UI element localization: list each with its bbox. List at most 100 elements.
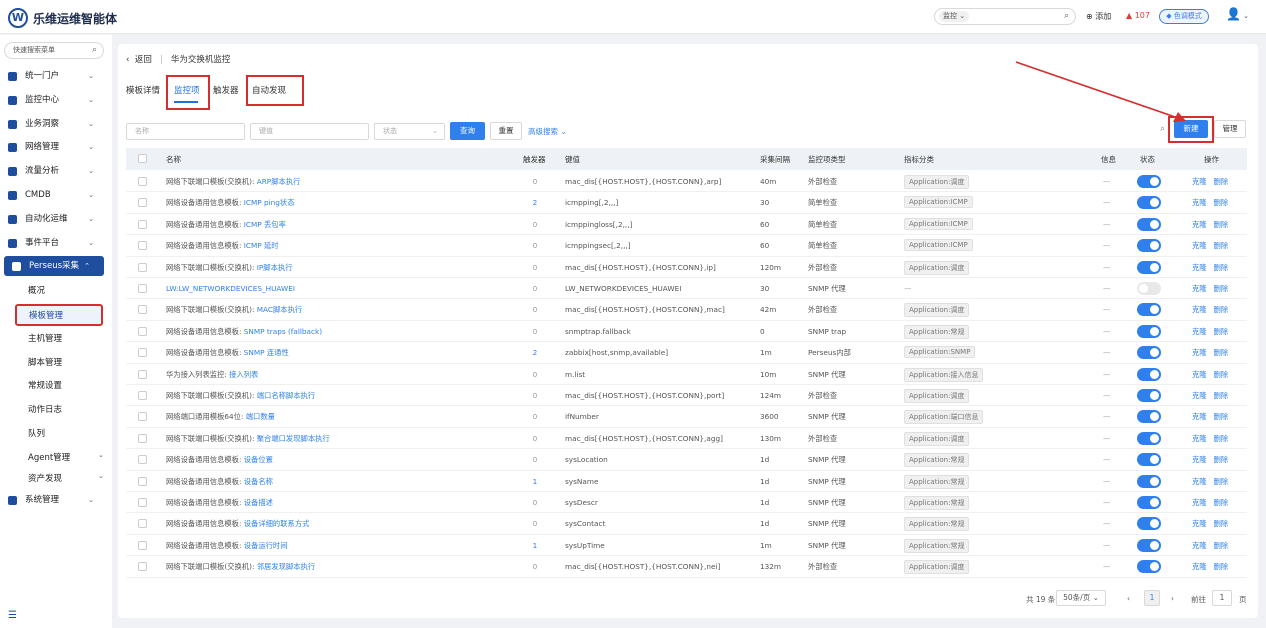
row-checkbox[interactable] — [138, 305, 147, 315]
sidebar-sub-overview[interactable]: 概况 — [28, 284, 45, 296]
row-checkbox[interactable] — [138, 433, 147, 443]
item-link[interactable]: 邻居发现脚本执行 — [257, 562, 315, 571]
item-link[interactable]: 接入列表 — [229, 370, 258, 379]
row-checkbox[interactable] — [138, 476, 147, 486]
sidebar-item-system[interactable]: 系统管理 ⌄ — [0, 490, 112, 510]
delete-button[interactable]: 删除 — [1214, 177, 1229, 186]
sidebar-item-cmdb[interactable]: CMDB ⌄ — [0, 185, 112, 205]
page-number[interactable]: 1 — [1144, 590, 1160, 606]
item-link[interactable]: 设备位置 — [244, 455, 273, 464]
clone-button[interactable]: 克隆 — [1192, 263, 1207, 272]
clone-button[interactable]: 克隆 — [1192, 412, 1207, 421]
status-toggle[interactable] — [1137, 496, 1161, 509]
status-toggle[interactable] — [1137, 474, 1161, 488]
trigger-count[interactable]: 1 — [520, 477, 550, 486]
delete-button[interactable]: 删除 — [1214, 263, 1229, 272]
clone-button[interactable]: 克隆 — [1192, 455, 1207, 464]
status-toggle[interactable] — [1137, 260, 1161, 274]
status-toggle[interactable] — [1137, 175, 1161, 188]
item-link[interactable]: 设备描述 — [244, 498, 273, 507]
item-link[interactable]: 聚合端口发现脚本执行 — [257, 434, 330, 443]
row-checkbox[interactable] — [138, 369, 147, 379]
menu-search-input[interactable]: 快速搜索菜单 ⌕ — [4, 42, 104, 59]
user-icon[interactable]: 👤 ⌄ — [1226, 7, 1249, 21]
delete-button[interactable]: 删除 — [1214, 562, 1229, 571]
page-size-select[interactable]: 50条/页 ⌄ — [1056, 590, 1106, 606]
item-link[interactable]: ICMP 丢包率 — [244, 220, 286, 229]
row-checkbox[interactable] — [138, 177, 147, 186]
sidebar-item-network[interactable]: 网络管理 ⌄ — [0, 137, 112, 157]
clone-button[interactable]: 克隆 — [1192, 284, 1207, 293]
status-toggle[interactable] — [1137, 367, 1161, 381]
status-toggle[interactable] — [1137, 239, 1161, 253]
status-filter-select[interactable]: 状态 ⌄ — [374, 123, 445, 140]
trigger-count[interactable]: 2 — [520, 348, 550, 357]
row-checkbox[interactable] — [138, 412, 147, 422]
delete-button[interactable]: 删除 — [1214, 370, 1229, 379]
sidebar-item-portal[interactable]: 统一门户 ⌄ — [0, 66, 112, 86]
status-toggle[interactable] — [1137, 410, 1161, 424]
item-link[interactable]: MAC脚本执行 — [257, 305, 302, 314]
item-link[interactable]: SNMP traps (fallback) — [244, 327, 322, 336]
item-link[interactable]: ICMP 延时 — [244, 241, 279, 250]
status-toggle[interactable] — [1137, 389, 1161, 402]
item-link[interactable]: LW:LW_NETWORKDEVICES_HUAWEI — [166, 284, 295, 293]
delete-button[interactable]: 删除 — [1214, 455, 1229, 464]
trigger-count[interactable]: 1 — [520, 541, 550, 550]
clone-button[interactable]: 克隆 — [1192, 498, 1207, 507]
delete-button[interactable]: 删除 — [1214, 241, 1229, 250]
status-toggle[interactable] — [1137, 217, 1161, 231]
clone-button[interactable]: 克隆 — [1192, 562, 1207, 571]
row-checkbox[interactable] — [138, 262, 147, 272]
delete-button[interactable]: 删除 — [1214, 348, 1229, 357]
row-checkbox[interactable] — [138, 326, 147, 336]
reset-button[interactable]: 重置 — [490, 122, 522, 140]
status-toggle[interactable] — [1137, 346, 1161, 360]
item-link[interactable]: 设备详细的联系方式 — [244, 519, 310, 528]
next-page-icon[interactable]: › — [1171, 594, 1174, 603]
item-link[interactable]: IP脚本执行 — [257, 263, 293, 272]
trigger-count[interactable]: 2 — [520, 198, 550, 207]
delete-button[interactable]: 删除 — [1214, 198, 1229, 207]
row-checkbox[interactable] — [138, 498, 147, 507]
item-link[interactable]: 设备名称 — [244, 477, 273, 486]
tab-template-detail[interactable]: 模板详情 — [126, 84, 160, 96]
sidebar-sub-asset-discovery[interactable]: 资产发现 ⌄ — [28, 472, 104, 484]
sidebar-sub-queue[interactable]: 队列 — [28, 427, 45, 439]
delete-button[interactable]: 删除 — [1214, 327, 1229, 336]
status-toggle[interactable] — [1137, 560, 1161, 574]
manage-button[interactable]: 管理 — [1214, 120, 1246, 138]
row-checkbox[interactable] — [138, 198, 147, 208]
clone-button[interactable]: 克隆 — [1192, 220, 1207, 229]
name-filter-input[interactable]: 名称 — [126, 123, 245, 140]
search-icon[interactable]: ⌕ — [1160, 124, 1165, 134]
tab-triggers[interactable]: 触发器 — [213, 84, 239, 96]
global-search-input[interactable]: 监控 ⌄ ⌕ — [934, 8, 1076, 25]
status-toggle[interactable] — [1137, 196, 1161, 210]
clone-button[interactable]: 克隆 — [1192, 305, 1207, 314]
delete-button[interactable]: 删除 — [1214, 284, 1229, 293]
item-link[interactable]: 端口数量 — [246, 412, 275, 421]
clone-button[interactable]: 克隆 — [1192, 198, 1207, 207]
sidebar-sub-host[interactable]: 主机管理 — [28, 332, 62, 344]
sidebar-item-monitor[interactable]: 监控中心 ⌄ — [0, 90, 112, 110]
add-button[interactable]: ⊕ 添加 — [1086, 11, 1111, 22]
clone-button[interactable]: 克隆 — [1192, 241, 1207, 250]
alarm-badge[interactable]: ▲ 107 — [1126, 11, 1150, 20]
clone-button[interactable]: 克隆 — [1192, 541, 1207, 550]
clone-button[interactable]: 克隆 — [1192, 391, 1207, 400]
item-link[interactable]: ICMP ping状态 — [244, 198, 295, 207]
select-all-checkbox[interactable] — [138, 154, 147, 163]
clone-button[interactable]: 克隆 — [1192, 370, 1207, 379]
delete-button[interactable]: 删除 — [1214, 477, 1229, 486]
sidebar-sub-script[interactable]: 脚本管理 — [28, 356, 62, 368]
status-toggle[interactable] — [1137, 303, 1161, 317]
key-filter-input[interactable]: 键值 — [250, 123, 369, 140]
delete-button[interactable]: 删除 — [1214, 541, 1229, 550]
sidebar-item-traffic[interactable]: 流量分析 ⌄ — [0, 161, 112, 181]
item-link[interactable]: 端口名称脚本执行 — [257, 391, 315, 400]
row-checkbox[interactable] — [138, 348, 147, 358]
clone-button[interactable]: 克隆 — [1192, 177, 1207, 186]
row-checkbox[interactable] — [138, 562, 147, 572]
status-toggle[interactable] — [1137, 453, 1161, 467]
